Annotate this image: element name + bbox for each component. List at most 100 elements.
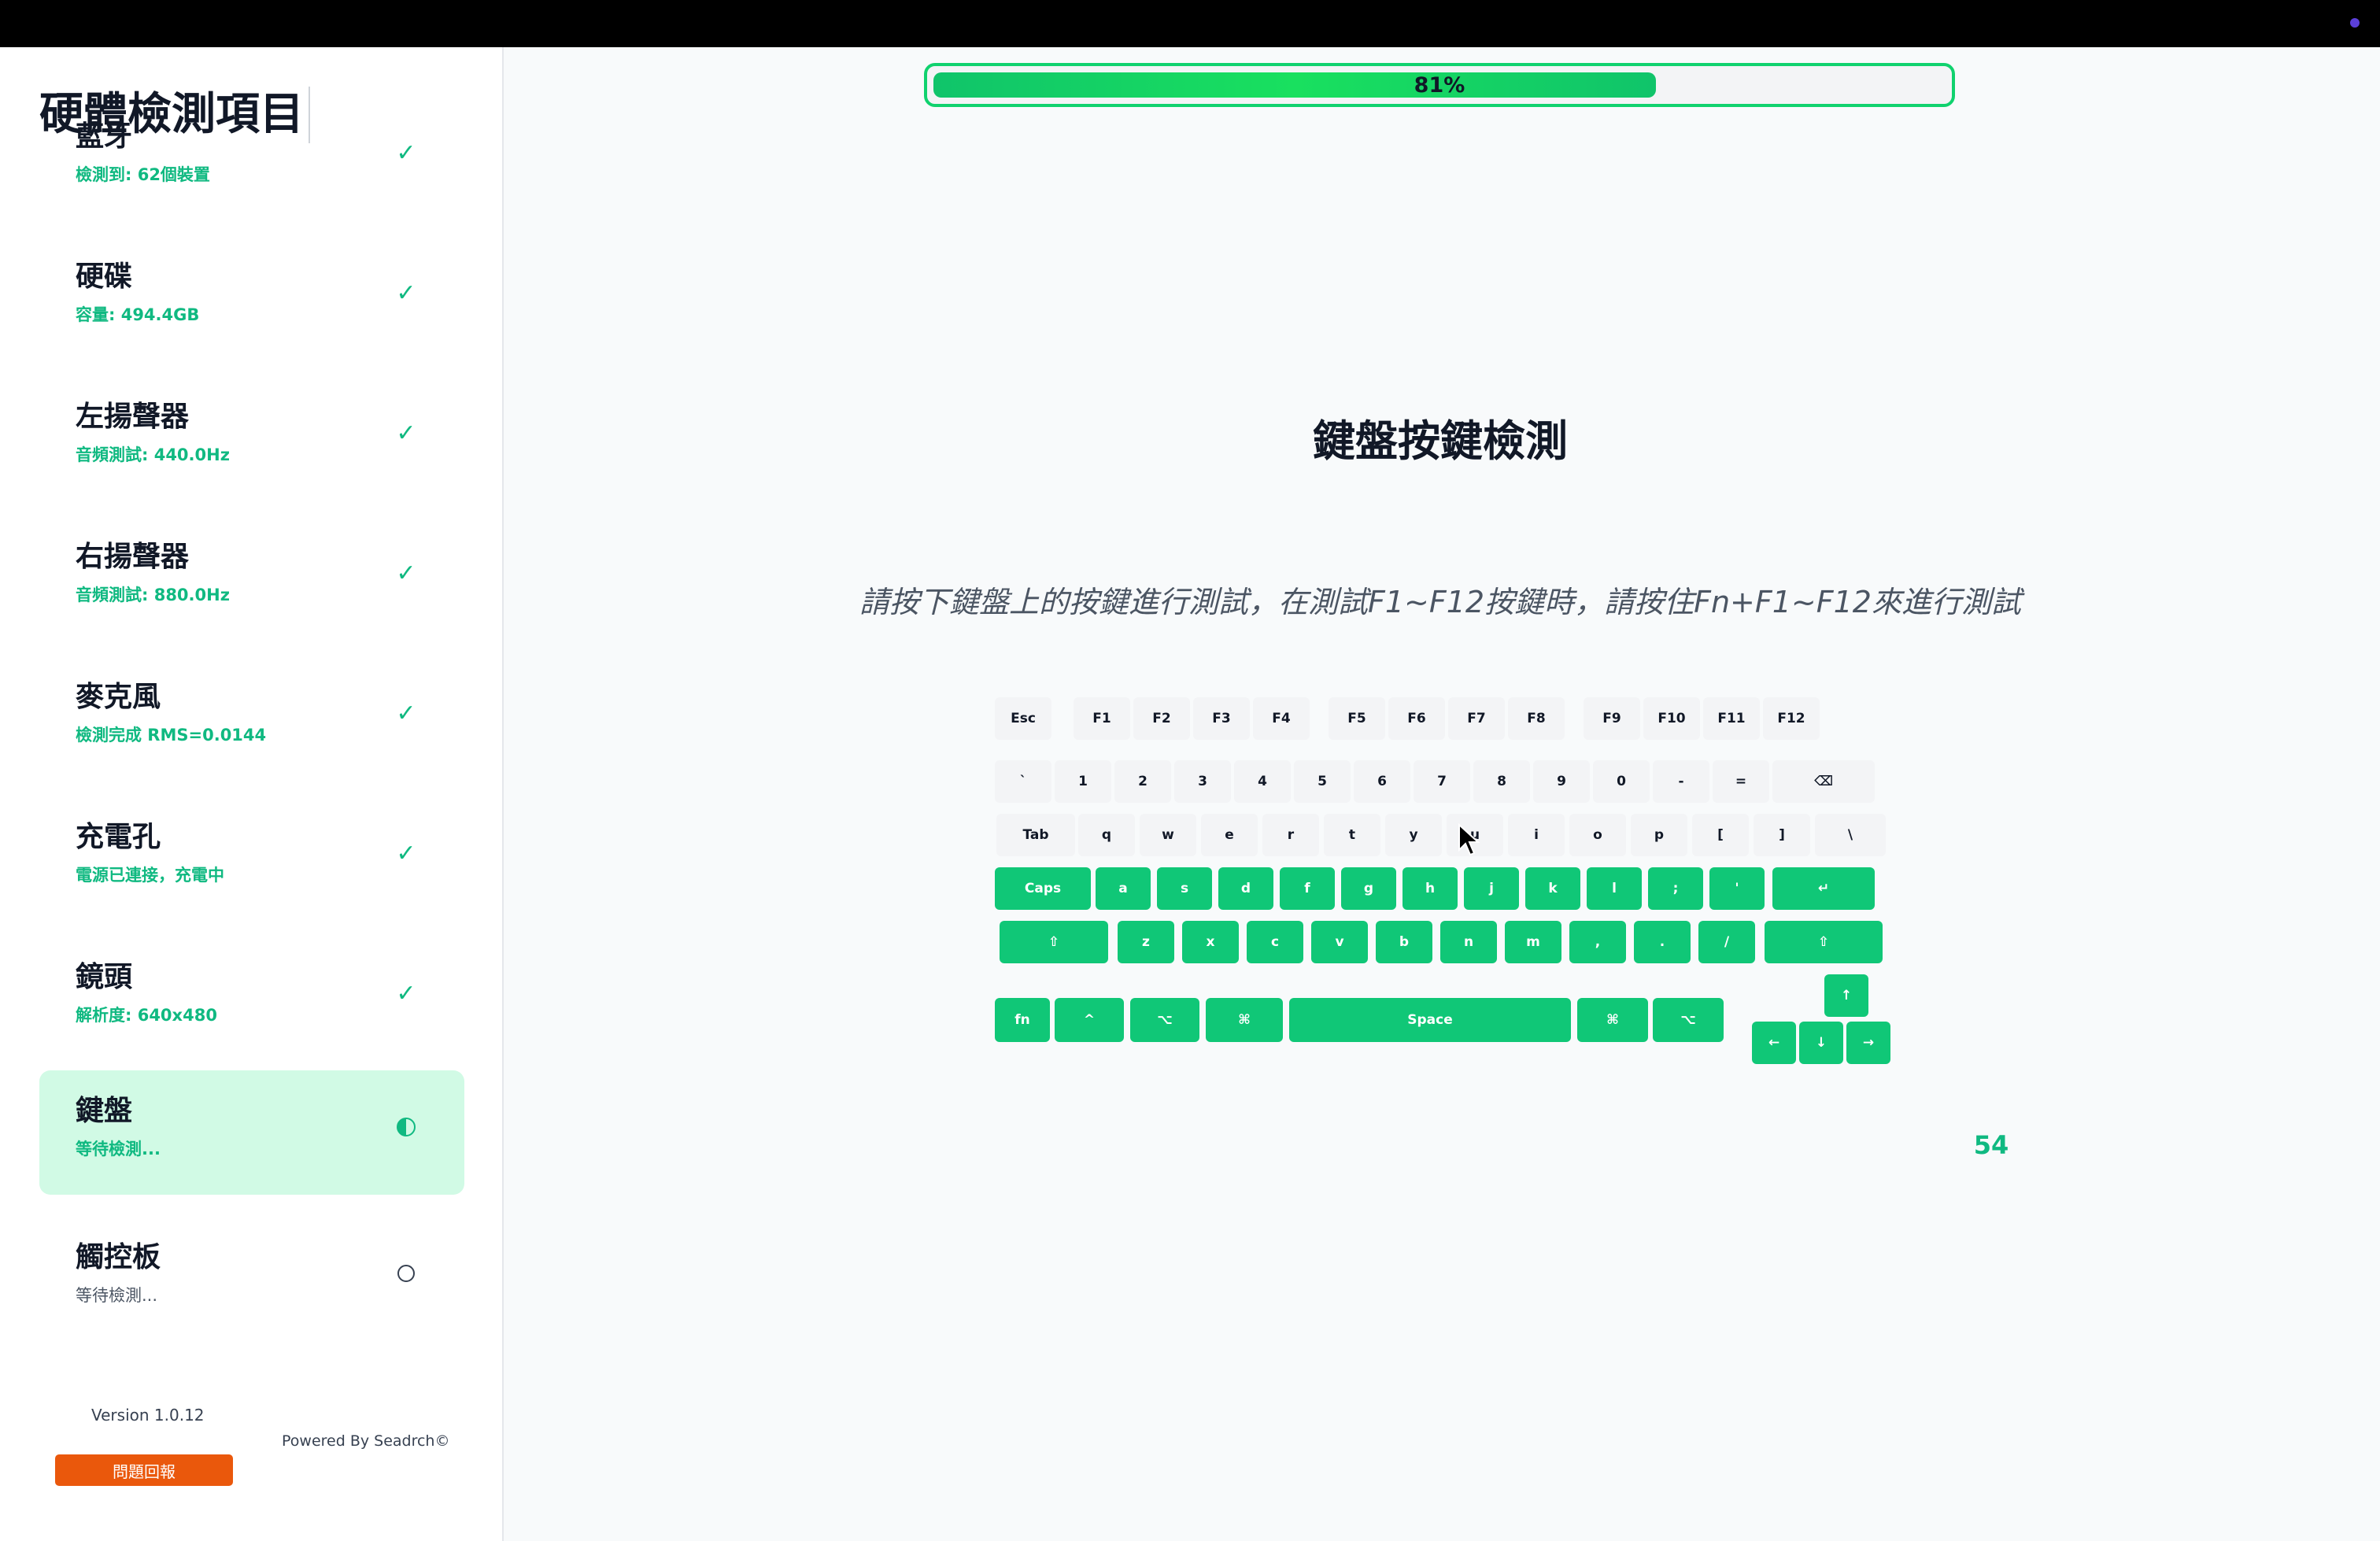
remaining-key-counter: 54 xyxy=(1973,1130,2009,1160)
keyboard-key: ↑ xyxy=(1824,974,1868,1017)
keyboard-key: . xyxy=(1634,921,1691,963)
keyboard-key: ← xyxy=(1752,1022,1796,1064)
keyboard-key: Tab xyxy=(996,814,1075,856)
keyboard-key: x xyxy=(1182,921,1239,963)
sidebar-item-name: 右揚聲器 xyxy=(76,541,190,573)
keyboard-key: F2 xyxy=(1133,697,1190,740)
keyboard-key: ] xyxy=(1754,814,1810,856)
sidebar-item[interactable]: 鍵盤 等待檢測... xyxy=(39,1070,464,1195)
keyboard-key: ^ xyxy=(1055,998,1124,1042)
keyboard-key: 2 xyxy=(1114,760,1171,803)
sidebar-item[interactable]: 左揚聲器 音頻測試: 440.0Hz ✓ xyxy=(39,376,464,501)
sidebar: 硬體檢測項目 藍牙 檢測到: 62個裝置 ✓ 硬碟 容量: 494.4GB ✓ 左揚聲器 音頻… xyxy=(0,47,504,1541)
keyboard-key: F12 xyxy=(1763,697,1820,740)
keyboard-key: F9 xyxy=(1584,697,1640,740)
keyboard-key: F8 xyxy=(1508,697,1565,740)
sidebar-item[interactable]: 藍牙 檢測到: 62個裝置 ✓ xyxy=(39,96,464,220)
keyboard-key: ⌫ xyxy=(1772,760,1875,803)
sidebar-item-detail: 等待檢測... xyxy=(76,1286,158,1305)
keyboard-key: t xyxy=(1324,814,1380,856)
keyboard-key: ⌥ xyxy=(1130,998,1199,1042)
keyboard-key: l xyxy=(1587,867,1642,910)
sidebar-item[interactable]: 觸控板 等待檢測... xyxy=(39,1217,464,1341)
keyboard-key: ` xyxy=(995,760,1051,803)
check-icon: ✓ xyxy=(396,839,416,867)
half-circle-icon xyxy=(390,1111,422,1143)
keyboard-key: w xyxy=(1140,814,1196,856)
check-icon: ✓ xyxy=(396,979,416,1007)
keyboard-key: , xyxy=(1569,921,1626,963)
sidebar-item[interactable]: 充電孔 電源已連接，充電中 ✓ xyxy=(39,796,464,921)
keyboard-key: Esc xyxy=(995,697,1051,740)
keyboard-key: = xyxy=(1713,760,1769,803)
keyboard-key: ⌘ xyxy=(1577,998,1648,1042)
keyboard-key: 0 xyxy=(1593,760,1650,803)
sidebar-item-detail: 等待檢測... xyxy=(76,1140,161,1159)
check-icon: ✓ xyxy=(396,419,416,447)
empty-circle-icon xyxy=(390,1258,422,1289)
sidebar-item[interactable]: 麥克風檢測完成 RMS=0.0144 ✓ xyxy=(39,656,464,781)
keyboard-key: → xyxy=(1846,1022,1890,1064)
sidebar-item-name: 左揚聲器 xyxy=(76,401,190,433)
keyboard-key: ⌘ xyxy=(1206,998,1283,1042)
keyboard-key: h xyxy=(1402,867,1458,910)
keyboard-key: F5 xyxy=(1329,697,1385,740)
keyboard-key: b xyxy=(1376,921,1432,963)
keyboard-key: c xyxy=(1247,921,1303,963)
keyboard-key: F7 xyxy=(1448,697,1505,740)
keyboard-key: v xyxy=(1311,921,1368,963)
keyboard-key: / xyxy=(1698,921,1755,963)
instruction-text: 請按下鍵盤上的按鍵進行測試，在測試F1~F12按鍵時，請按住Fn+F1~F12來… xyxy=(859,585,2021,619)
sidebar-item-detail: 檢測到: 62個裝置 xyxy=(76,165,210,184)
sidebar-item-detail: 檢測完成 RMS=0.0144 xyxy=(76,726,267,745)
keyboard-key: f xyxy=(1280,867,1335,910)
keyboard-key: a xyxy=(1096,867,1151,910)
powered-by-label: Powered By Seadrch© xyxy=(282,1432,450,1450)
sidebar-item-detail: 音頻測試: 880.0Hz xyxy=(76,586,230,604)
keyboard-key: F11 xyxy=(1703,697,1760,740)
keyboard-key: ⇧ xyxy=(1765,921,1883,963)
keyboard-key: ↓ xyxy=(1799,1022,1843,1064)
sidebar-item[interactable]: 右揚聲器音頻測試: 880.0Hz ✓ xyxy=(39,516,464,641)
keyboard-key: e xyxy=(1201,814,1258,856)
keyboard-key: p xyxy=(1631,814,1687,856)
sidebar-item-name: 硬碟 xyxy=(76,261,133,293)
keyboard-key: z xyxy=(1118,921,1174,963)
keyboard-key: k xyxy=(1525,867,1580,910)
keyboard-key: ↵ xyxy=(1772,867,1875,910)
sidebar-item-name: 鏡頭 xyxy=(76,961,133,993)
keyboard-key: \ xyxy=(1815,814,1886,856)
system-menu-bar xyxy=(0,0,2380,47)
sidebar-item[interactable]: 鏡頭 解析度: 640x480 ✓ xyxy=(39,937,464,1061)
keyboard-key: 1 xyxy=(1055,760,1111,803)
keyboard-key: o xyxy=(1569,814,1626,856)
keyboard-key: F1 xyxy=(1074,697,1130,740)
keyboard-key: Space xyxy=(1289,998,1571,1042)
sidebar-item-name: 麥克風 xyxy=(76,681,161,713)
keyboard-key: ' xyxy=(1709,867,1765,910)
keyboard-key: s xyxy=(1157,867,1212,910)
keyboard-key: F6 xyxy=(1388,697,1445,740)
sidebar-item-name: 藍牙 xyxy=(76,120,133,153)
check-icon: ✓ xyxy=(396,279,416,307)
progress-label: 81% xyxy=(1414,72,1465,98)
sidebar-item-name: 充電孔 xyxy=(76,821,161,853)
overall-progress-bar: 81% xyxy=(924,63,1955,107)
version-label: Version 1.0.12 xyxy=(91,1406,205,1425)
check-icon: ✓ xyxy=(396,699,416,727)
check-icon: ✓ xyxy=(396,559,416,587)
keyboard-key: Caps xyxy=(995,867,1091,910)
keyboard-key: fn xyxy=(995,998,1050,1042)
keyboard-key: F10 xyxy=(1643,697,1700,740)
keyboard-key: 6 xyxy=(1354,760,1410,803)
sidebar-item-detail: 容量: 494.4GB xyxy=(76,305,200,324)
keyboard-key: 9 xyxy=(1533,760,1590,803)
keyboard-key: n xyxy=(1440,921,1497,963)
sidebar-item[interactable]: 硬碟容量: 494.4GB ✓ xyxy=(39,236,464,360)
keyboard-key: 7 xyxy=(1414,760,1470,803)
mouse-cursor-icon xyxy=(1458,823,1480,856)
report-issue-button[interactable]: 問題回報 xyxy=(55,1454,233,1486)
keyboard-key: i xyxy=(1508,814,1565,856)
keyboard-key: y xyxy=(1385,814,1442,856)
keyboard-key: 4 xyxy=(1234,760,1291,803)
